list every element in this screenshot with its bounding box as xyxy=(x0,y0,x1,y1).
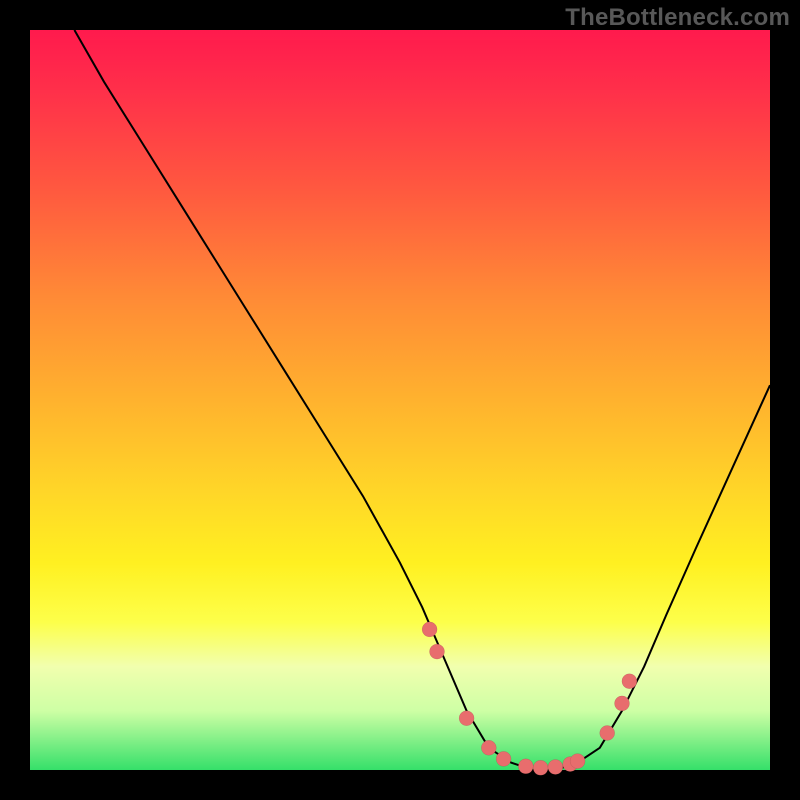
curve-svg xyxy=(30,30,770,770)
bottleneck-curve xyxy=(74,30,770,770)
highlight-dot xyxy=(422,622,437,637)
highlight-dot xyxy=(570,754,585,769)
highlight-dot xyxy=(459,711,474,726)
highlight-dot xyxy=(481,740,496,755)
watermark-text: TheBottleneck.com xyxy=(565,4,790,32)
highlight-dot xyxy=(518,759,533,774)
plot-area xyxy=(30,30,770,770)
highlight-dot xyxy=(430,644,445,659)
highlight-dot xyxy=(600,726,615,741)
chart-frame: TheBottleneck.com xyxy=(0,0,800,800)
highlight-dot xyxy=(548,760,563,775)
highlight-dot xyxy=(496,751,511,766)
highlight-dot xyxy=(615,696,630,711)
highlight-dot xyxy=(533,760,548,775)
highlight-dots-group xyxy=(422,622,637,775)
highlight-dot xyxy=(622,674,637,689)
